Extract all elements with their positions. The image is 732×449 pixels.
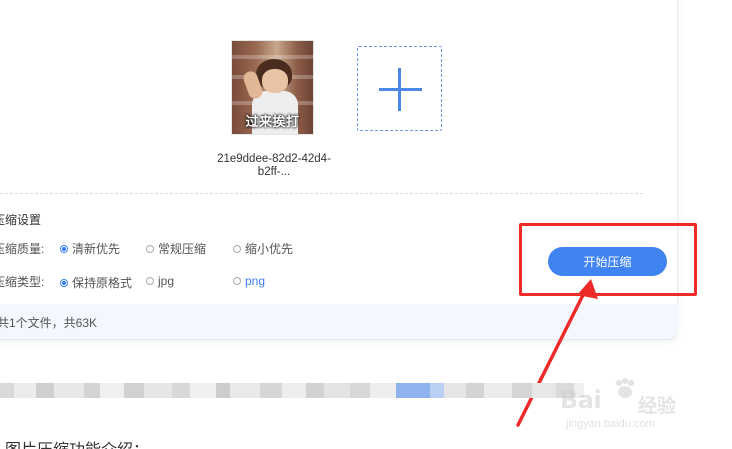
quality-option-normal[interactable]: 常规压缩 xyxy=(146,240,206,257)
radio-unchecked-icon xyxy=(146,277,154,285)
radio-unchecked-icon xyxy=(146,244,154,253)
thumbnail-caption: 过来挨打 xyxy=(245,114,300,129)
radio-unchecked-icon xyxy=(233,244,241,253)
type-option-jpg[interactable]: jpg xyxy=(146,274,174,288)
watermark-url: jingyan.baidu.com xyxy=(566,418,655,430)
blurred-text-strip xyxy=(0,383,610,398)
radio-unchecked-icon xyxy=(233,277,241,285)
settings-title: 压缩设置 xyxy=(0,213,42,227)
thumbnail-figure-face xyxy=(262,69,288,93)
type-option-label: jpg xyxy=(158,274,175,288)
type-option-label: png xyxy=(245,274,266,288)
uploaded-image-thumbnail[interactable]: 过来挨打 xyxy=(231,40,314,135)
quality-label: 压缩质量: xyxy=(0,242,45,256)
divider xyxy=(0,193,643,194)
type-option-png[interactable]: png xyxy=(233,274,265,288)
add-image-button[interactable] xyxy=(357,46,442,131)
quality-option-fresh[interactable]: 清新优先 xyxy=(60,240,120,257)
quality-option-label: 清新优先 xyxy=(72,242,121,256)
file-summary: 共1个文件，共63K xyxy=(0,316,98,330)
plus-icon-bar xyxy=(379,88,422,91)
quality-option-small[interactable]: 缩小优先 xyxy=(233,240,293,257)
radio-checked-icon xyxy=(60,278,68,287)
radio-checked-icon xyxy=(60,244,68,253)
type-option-original[interactable]: 保持原格式 xyxy=(60,274,132,291)
quality-option-label: 缩小优先 xyxy=(245,242,294,256)
paw-icon xyxy=(615,377,635,398)
watermark-brand: Bai xyxy=(560,386,602,414)
type-option-label: 保持原格式 xyxy=(72,276,133,290)
quality-option-label: 常规压缩 xyxy=(158,242,207,256)
article-heading: 图片压缩功能介绍： xyxy=(5,436,149,449)
watermark-suffix: 经验 xyxy=(638,396,677,417)
file-name: 21e9ddee-82d2-42d4-b2ff-... xyxy=(217,153,331,178)
type-label: 压缩类型: xyxy=(0,275,45,289)
baidu-jingyan-watermark: Bai 经验 jingyan.baidu.com xyxy=(556,372,692,432)
